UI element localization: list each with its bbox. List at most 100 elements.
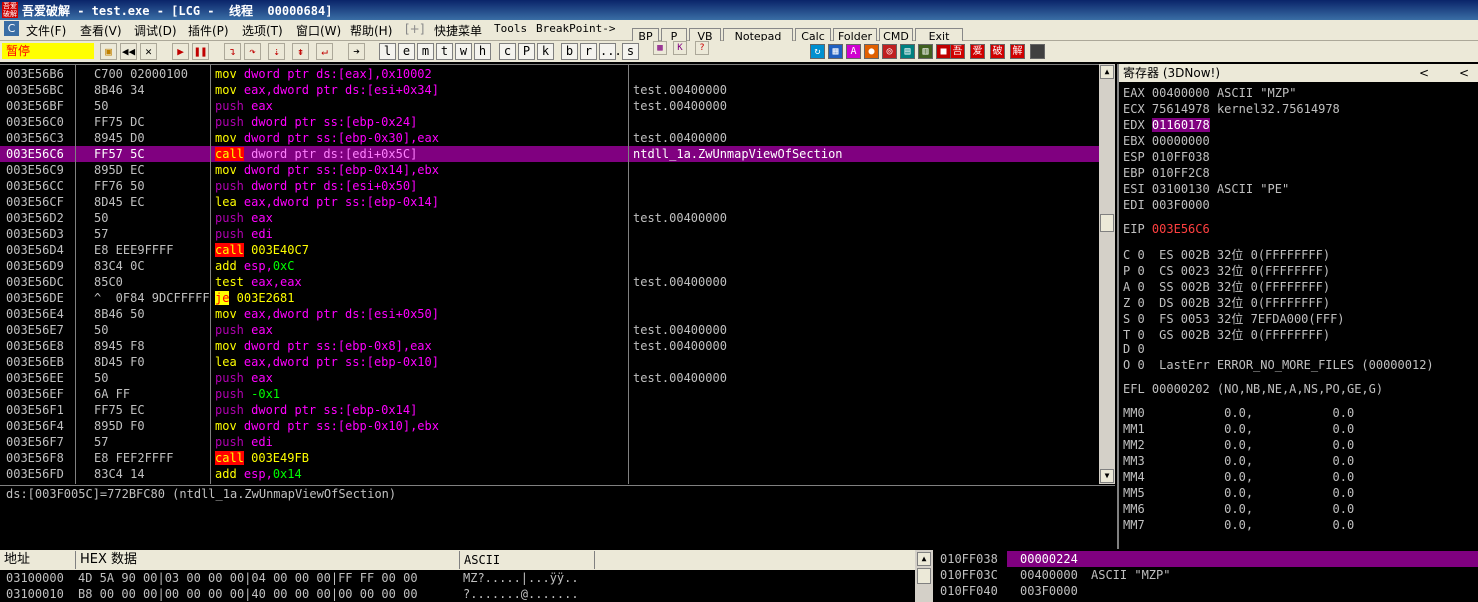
help-icon[interactable]: ? xyxy=(695,41,709,55)
register-value[interactable]: 010FF2C8 xyxy=(1152,166,1210,180)
step-over-icon[interactable]: ↷ xyxy=(244,43,261,60)
options-icon[interactable]: ▦ xyxy=(653,41,667,55)
register-line[interactable]: EDI 003F0000 xyxy=(1123,198,1217,212)
mmx-line[interactable]: MM3 0.0, 0.0 xyxy=(1123,454,1354,468)
dump-row[interactable]: 03100000 4D 5A 90 00|03 00 00 00|04 00 00… xyxy=(0,570,915,586)
trace-into-icon[interactable]: ⇣ xyxy=(268,43,285,60)
disasm-row[interactable]: 003E56E8 8945 F8 mov dword ptr ss:[ebp-0x8… xyxy=(0,338,1099,354)
menu-view[interactable]: 查看(V) xyxy=(80,22,122,39)
window-source-button[interactable]: s xyxy=(622,43,639,60)
run-icon[interactable]: ▶ xyxy=(172,43,189,60)
eip-value[interactable]: 003E56C6 xyxy=(1152,222,1210,236)
menu-expand[interactable]: [+] xyxy=(405,22,424,36)
menu-help[interactable]: 帮助(H) xyxy=(350,22,392,39)
disasm-row[interactable]: 003E56F1 FF75 EC push dword ptr ss:[ebp-0x… xyxy=(0,402,1099,418)
brand-char-3[interactable]: 破 xyxy=(990,44,1005,59)
register-line[interactable]: EBX 00000000 xyxy=(1123,134,1217,148)
dump-col-hex[interactable]: HEX 数据 xyxy=(76,551,460,569)
mmx-line[interactable]: MM1 0.0, 0.0 xyxy=(1123,422,1354,436)
plugin-a-icon[interactable]: A xyxy=(846,44,861,59)
register-line[interactable]: ESI 03100130 ASCII "PE" xyxy=(1123,182,1289,196)
restart-icon[interactable]: ◀◀ xyxy=(120,43,137,60)
window-windows-button[interactable]: w xyxy=(455,43,472,60)
disassembly-scrollbar[interactable]: ▲ ▼ xyxy=(1099,64,1115,484)
register-value[interactable]: 003F0000 xyxy=(1152,198,1210,212)
menu-tools[interactable]: Tools xyxy=(494,22,527,35)
disasm-row[interactable]: 003E56BC 8B46 34 mov eax,dword ptr ds:[esi… xyxy=(0,82,1099,98)
disasm-row[interactable]: 003E56B6 C700 02000100 mov dword ptr ds:[e… xyxy=(0,66,1099,82)
plugin-d-icon[interactable]: ▥ xyxy=(918,44,933,59)
window-threads-button[interactable]: t xyxy=(436,43,453,60)
stack-pane[interactable]: 010FF038 00000224 010FF03C 00400000 ASCII "M… xyxy=(935,550,1478,602)
flag-line[interactable]: D 0 xyxy=(1123,342,1145,356)
registers-next-icon[interactable]: < xyxy=(1459,64,1469,82)
execute-till-return-icon[interactable]: ↵ xyxy=(316,43,333,60)
disasm-row[interactable]: 003E56E7 50 push eax test.00400000 xyxy=(0,322,1099,338)
register-value[interactable]: 75614978 xyxy=(1152,102,1210,116)
registers-header[interactable]: 寄存器 (3DNow!) < < xyxy=(1119,64,1478,82)
plugin-refresh-icon[interactable]: ↻ xyxy=(810,44,825,59)
window-log-button[interactable]: l xyxy=(379,43,396,60)
disasm-row[interactable]: 003E56D2 50 push eax test.00400000 xyxy=(0,210,1099,226)
step-into-icon[interactable]: ↴ xyxy=(224,43,241,60)
disasm-row[interactable]: 003E56F7 57 push edi xyxy=(0,434,1099,450)
disasm-row[interactable]: 003E56FD 83C4 14 add esp,0x14 xyxy=(0,466,1099,482)
mmx-line[interactable]: MM5 0.0, 0.0 xyxy=(1123,486,1354,500)
window-callstack-button[interactable]: k xyxy=(537,43,554,60)
mmx-line[interactable]: MM6 0.0, 0.0 xyxy=(1123,502,1354,516)
brand-char-4[interactable]: 解 xyxy=(1010,44,1025,59)
plugin-f-icon[interactable] xyxy=(1030,44,1045,59)
dump-row[interactable]: 03100010 B8 00 00 00|00 00 00 00|40 00 00… xyxy=(0,586,915,602)
register-value[interactable]: 03100130 xyxy=(1152,182,1210,196)
brand-char-2[interactable]: 爱 xyxy=(970,44,985,59)
plugin-c-icon[interactable]: ▤ xyxy=(900,44,915,59)
menu-window[interactable]: 窗口(W) xyxy=(296,22,341,39)
disasm-row[interactable]: 003E56C9 895D EC mov dword ptr ss:[ebp-0x1… xyxy=(0,162,1099,178)
dump-col-ascii[interactable]: ASCII xyxy=(460,551,595,569)
plugin-b-icon[interactable]: ● xyxy=(864,44,879,59)
disasm-row[interactable]: 003E56DC 85C0 test eax,eax test.00400000 xyxy=(0,274,1099,290)
window-handles-button[interactable]: h xyxy=(474,43,491,60)
register-value[interactable]: 00400000 xyxy=(1152,86,1210,100)
register-line[interactable]: ECX 75614978 kernel32.75614978 xyxy=(1123,102,1340,116)
scroll-thumb[interactable] xyxy=(1100,214,1114,232)
cpu-icon[interactable]: C xyxy=(4,21,19,36)
open-icon[interactable]: ▣ xyxy=(100,43,117,60)
mmx-line[interactable]: MM2 0.0, 0.0 xyxy=(1123,438,1354,452)
appearance-icon[interactable]: K xyxy=(673,41,687,55)
flag-line[interactable]: O 0 LastErr ERROR_NO_MORE_FILES (0000001… xyxy=(1123,358,1434,372)
scroll-up-icon[interactable]: ▲ xyxy=(1100,65,1114,79)
register-line[interactable]: EAX 00400000 ASCII "MZP" xyxy=(1123,86,1296,100)
pause-icon[interactable]: ❚❚ xyxy=(192,43,209,60)
disasm-row[interactable]: 003E56EB 8D45 F0 lea eax,dword ptr ss:[ebp… xyxy=(0,354,1099,370)
window-memory-button[interactable]: m xyxy=(417,43,434,60)
dump-scroll-thumb[interactable] xyxy=(917,568,931,584)
window-modules-button[interactable]: e xyxy=(398,43,415,60)
disasm-row[interactable]: 003E56F4 895D F0 mov dword ptr ss:[ebp-0x1… xyxy=(0,418,1099,434)
window-patches-button[interactable]: P xyxy=(518,43,535,60)
trace-over-icon[interactable]: ⇟ xyxy=(292,43,309,60)
flag-line[interactable]: S 0 FS 0053 32位 7EFDA000(FFF) xyxy=(1123,310,1345,327)
register-line[interactable]: ESP 010FF038 xyxy=(1123,150,1217,164)
mmx-line[interactable]: MM4 0.0, 0.0 xyxy=(1123,470,1354,484)
disasm-row[interactable]: 003E56F8 E8 FEF2FFFF call 003E49FB xyxy=(0,450,1099,466)
plugin-target-icon[interactable]: ◎ xyxy=(882,44,897,59)
menu-plugins[interactable]: 插件(P) xyxy=(188,22,229,39)
mmx-line[interactable]: MM0 0.0, 0.0 xyxy=(1123,406,1354,420)
disasm-row[interactable]: 003E56C3 8945 D0 mov dword ptr ss:[ebp-0x3… xyxy=(0,130,1099,146)
disasm-row[interactable]: 003E56D3 57 push edi xyxy=(0,226,1099,242)
dump-pane[interactable]: 03100000 4D 5A 90 00|03 00 00 00|04 00 00… xyxy=(0,570,915,602)
registers-pane[interactable]: 寄存器 (3DNow!) < < EAX 00400000 ASCII "MZP… xyxy=(1117,64,1478,549)
menu-options[interactable]: 选项(T) xyxy=(242,22,283,39)
plugin-e-icon[interactable]: ■ xyxy=(936,44,951,59)
stack-row[interactable]: 010FF040 003F0000 xyxy=(935,583,1478,599)
disasm-row[interactable]: 003E56EF 6A FF push -0x1 xyxy=(0,386,1099,402)
register-line[interactable]: EBP 010FF2C8 xyxy=(1123,166,1217,180)
window-runtrace-button[interactable]: ... xyxy=(599,43,622,60)
mmx-line[interactable]: MM7 0.0, 0.0 xyxy=(1123,518,1354,532)
flag-line[interactable]: A 0 SS 002B 32位 0(FFFFFFFF) xyxy=(1123,278,1330,295)
dump-scrollbar[interactable]: ▲ xyxy=(915,550,933,602)
register-value[interactable]: 01160178 xyxy=(1151,118,1210,132)
register-value[interactable]: 010FF038 xyxy=(1152,150,1210,164)
disasm-row[interactable]: 003E56C6 FF57 5C call dword ptr ds:[edi+0x… xyxy=(0,146,1099,162)
